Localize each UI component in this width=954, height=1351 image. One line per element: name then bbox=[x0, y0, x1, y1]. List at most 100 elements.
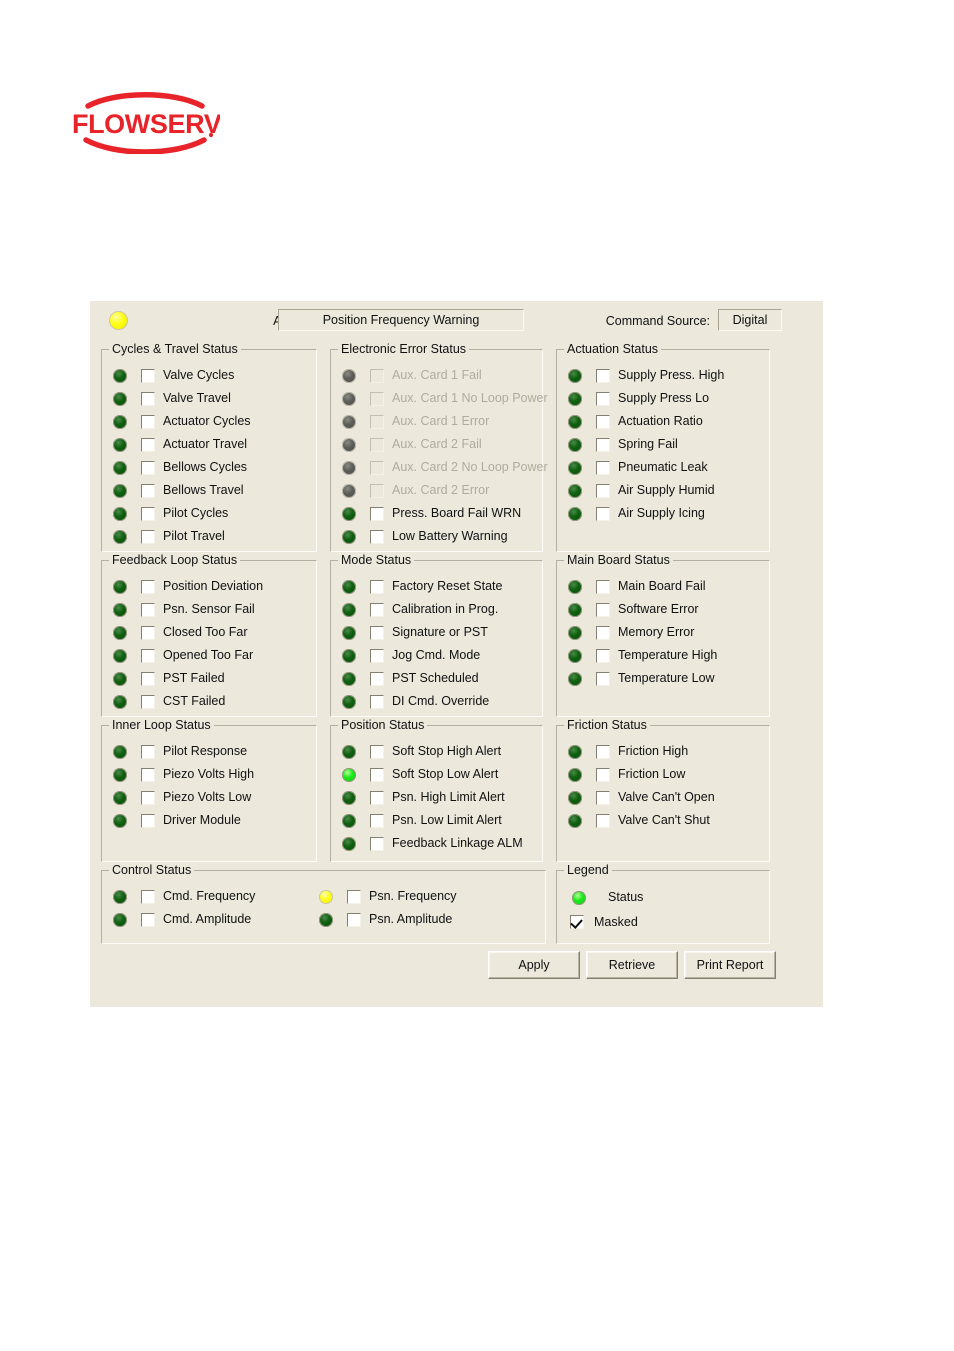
status-row: Calibration in Prog. bbox=[340, 599, 538, 622]
status-label: Psn. High Limit Alert bbox=[392, 790, 505, 804]
status-led-icon bbox=[113, 672, 127, 686]
status-list: Supply Press. High Supply Press Lo Actuati… bbox=[566, 365, 765, 526]
mask-checkbox[interactable] bbox=[347, 913, 361, 927]
mask-checkbox[interactable] bbox=[141, 695, 155, 709]
group-friction-status: Friction Status Friction High Friction Lo… bbox=[556, 718, 770, 862]
status-led-icon bbox=[113, 415, 127, 429]
mask-checkbox[interactable] bbox=[596, 672, 610, 686]
mask-checkbox[interactable] bbox=[141, 626, 155, 640]
mask-checkbox[interactable] bbox=[141, 791, 155, 805]
mask-checkbox[interactable] bbox=[596, 438, 610, 452]
mask-checkbox[interactable] bbox=[370, 814, 384, 828]
mask-checkbox bbox=[370, 369, 384, 383]
status-led-icon bbox=[568, 745, 582, 759]
status-list: Main Board Fail Software Error Memory Erro… bbox=[566, 576, 765, 691]
print-report-button[interactable]: Print Report bbox=[684, 951, 776, 979]
status-label: Aux. Card 1 Error bbox=[392, 414, 490, 428]
mask-checkbox[interactable] bbox=[141, 768, 155, 782]
mask-checkbox[interactable] bbox=[596, 626, 610, 640]
mask-checkbox[interactable] bbox=[141, 580, 155, 594]
mask-checkbox[interactable] bbox=[141, 369, 155, 383]
status-label: Soft Stop High Alert bbox=[392, 744, 502, 758]
status-label: PST Scheduled bbox=[392, 671, 479, 685]
status-label: Valve Can't Shut bbox=[618, 813, 710, 827]
mask-checkbox[interactable] bbox=[141, 890, 155, 904]
status-label: Pilot Travel bbox=[163, 529, 225, 543]
mask-checkbox[interactable] bbox=[370, 530, 384, 544]
status-led-icon bbox=[568, 672, 582, 686]
status-row: Pilot Travel bbox=[111, 526, 312, 549]
mask-checkbox[interactable] bbox=[596, 814, 610, 828]
mask-checkbox[interactable] bbox=[370, 768, 384, 782]
mask-checkbox[interactable] bbox=[370, 626, 384, 640]
status-row: Spring Fail bbox=[566, 434, 765, 457]
status-led-icon bbox=[568, 626, 582, 640]
group-legend: Legend Status Masked bbox=[556, 863, 770, 944]
status-row: Feedback Linkage ALM bbox=[340, 833, 538, 856]
mask-checkbox[interactable] bbox=[596, 791, 610, 805]
group-title: Position Status bbox=[338, 718, 428, 732]
group-position-status: Position Status Soft Stop High Alert Soft… bbox=[330, 718, 543, 862]
status-row: Actuator Travel bbox=[111, 434, 312, 457]
status-led-icon bbox=[113, 913, 127, 927]
status-list: Pilot Response Piezo Volts High Piezo Volt… bbox=[111, 741, 312, 833]
mask-checkbox[interactable] bbox=[141, 507, 155, 521]
svg-text:FLOWSERVE: FLOWSERVE bbox=[72, 109, 220, 139]
flowserve-logo: FLOWSERVE bbox=[70, 92, 220, 154]
mask-checkbox[interactable] bbox=[141, 913, 155, 927]
mask-checkbox[interactable] bbox=[370, 672, 384, 686]
status-label: Opened Too Far bbox=[163, 648, 254, 662]
mask-checkbox[interactable] bbox=[141, 415, 155, 429]
mask-checkbox[interactable] bbox=[596, 768, 610, 782]
mask-checkbox[interactable] bbox=[370, 837, 384, 851]
mask-checkbox[interactable] bbox=[596, 461, 610, 475]
group-main-board-status: Main Board Status Main Board Fail Softwar… bbox=[556, 553, 770, 717]
mask-checkbox[interactable] bbox=[596, 745, 610, 759]
mask-checkbox[interactable] bbox=[596, 649, 610, 663]
status-led-icon bbox=[113, 626, 127, 640]
mask-checkbox[interactable] bbox=[596, 392, 610, 406]
mask-checkbox[interactable] bbox=[596, 580, 610, 594]
mask-checkbox[interactable] bbox=[141, 530, 155, 544]
mask-checkbox[interactable] bbox=[370, 580, 384, 594]
status-row: Position Deviation bbox=[111, 576, 312, 599]
status-label: Temperature High bbox=[618, 648, 718, 662]
mask-checkbox[interactable] bbox=[141, 603, 155, 617]
mask-checkbox[interactable] bbox=[370, 649, 384, 663]
mask-checkbox[interactable] bbox=[141, 461, 155, 475]
mask-checkbox[interactable] bbox=[596, 484, 610, 498]
status-led-icon bbox=[342, 530, 356, 544]
mask-checkbox[interactable] bbox=[370, 695, 384, 709]
status-row: Psn. Amplitude bbox=[317, 909, 532, 932]
mask-checkbox[interactable] bbox=[141, 745, 155, 759]
status-led-icon bbox=[113, 649, 127, 663]
mask-checkbox[interactable] bbox=[141, 484, 155, 498]
status-label: Pneumatic Leak bbox=[618, 460, 708, 474]
status-row: Soft Stop Low Alert bbox=[340, 764, 538, 787]
mask-checkbox[interactable] bbox=[370, 745, 384, 759]
mask-checkbox[interactable] bbox=[141, 649, 155, 663]
mask-checkbox[interactable] bbox=[141, 672, 155, 686]
mask-checkbox[interactable] bbox=[370, 507, 384, 521]
mask-checkbox[interactable] bbox=[141, 814, 155, 828]
mask-checkbox[interactable] bbox=[596, 603, 610, 617]
mask-checkbox[interactable] bbox=[370, 791, 384, 805]
mask-checkbox[interactable] bbox=[141, 438, 155, 452]
mask-checkbox[interactable] bbox=[141, 392, 155, 406]
mask-checkbox[interactable] bbox=[596, 507, 610, 521]
mask-checkbox[interactable] bbox=[596, 415, 610, 429]
apply-button[interactable]: Apply bbox=[488, 951, 580, 979]
mask-checkbox[interactable] bbox=[596, 369, 610, 383]
group-title: Friction Status bbox=[564, 718, 650, 732]
status-label: Pilot Cycles bbox=[163, 506, 229, 520]
status-list: Friction High Friction Low Valve Can't Ope… bbox=[566, 741, 765, 833]
mask-checkbox bbox=[370, 392, 384, 406]
mask-checkbox[interactable] bbox=[370, 603, 384, 617]
group-feedback-loop-status: Feedback Loop Status Position Deviation P… bbox=[101, 553, 317, 717]
mask-checkbox[interactable] bbox=[347, 890, 361, 904]
status-label: PST Failed bbox=[163, 671, 225, 685]
legend-masked-row: Masked bbox=[566, 911, 765, 936]
retrieve-button[interactable]: Retrieve bbox=[586, 951, 678, 979]
status-label: Closed Too Far bbox=[163, 625, 248, 639]
status-row: Temperature High bbox=[566, 645, 765, 668]
